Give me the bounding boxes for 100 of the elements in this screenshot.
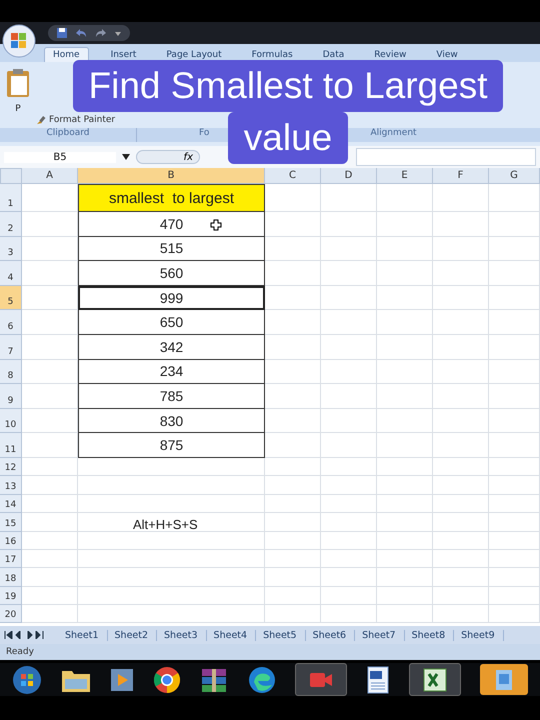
row-header[interactable]: 1	[0, 184, 22, 212]
row-header[interactable]: 9	[0, 384, 22, 409]
row-header[interactable]: 15	[0, 513, 22, 532]
column-header[interactable]: G	[489, 168, 540, 184]
table-cell	[489, 184, 540, 212]
table-cell: 999	[78, 286, 265, 310]
column-header[interactable]: F	[433, 168, 489, 184]
ribbon-tab[interactable]: Data	[314, 48, 352, 62]
column-header[interactable]: C	[265, 168, 321, 184]
table-cell	[433, 212, 489, 237]
table-cell	[321, 334, 377, 360]
row-header[interactable]: 20	[0, 605, 22, 624]
formula-field[interactable]	[356, 148, 536, 166]
name-box[interactable]: B5	[4, 152, 116, 162]
taskbar-button[interactable]	[409, 663, 462, 696]
edge-icon[interactable]	[248, 666, 276, 694]
row-header[interactable]: 11	[0, 433, 22, 458]
table-cell: 515	[78, 236, 265, 262]
ribbon-tab[interactable]: Insert	[102, 48, 144, 62]
chrome-icon[interactable]	[153, 666, 182, 694]
table-cell	[433, 550, 489, 568]
table-cell	[489, 360, 540, 384]
table-cell	[489, 550, 540, 568]
sheet-tab[interactable]: Sheet2	[108, 630, 158, 640]
table-cell	[377, 568, 433, 587]
table-cell	[489, 476, 540, 495]
ribbon-tab[interactable]: Formulas	[244, 48, 301, 62]
table-cell	[321, 212, 377, 237]
table-cell	[433, 360, 489, 384]
undo-icon[interactable]	[74, 28, 88, 38]
table-cell: 342	[78, 334, 265, 360]
column-header[interactable]: E	[377, 168, 433, 184]
row-header[interactable]: 18	[0, 568, 22, 587]
sheet-tab[interactable]: Sheet5	[256, 630, 306, 640]
table-cell	[433, 261, 489, 286]
sheet-tab[interactable]: Sheet9	[454, 630, 504, 640]
table-cell	[377, 513, 433, 532]
row-header[interactable]: 4	[0, 261, 22, 286]
sheet-tab[interactable]: Sheet1	[58, 630, 108, 640]
row-header[interactable]: 3	[0, 236, 22, 262]
clipboard-icon[interactable]	[6, 68, 30, 98]
ribbon-tab[interactable]: Home	[44, 47, 89, 62]
table-cell	[377, 261, 433, 286]
table-cell	[489, 310, 540, 335]
ribbon-tab[interactable]: Page Layout	[158, 48, 230, 62]
table-cell	[377, 360, 433, 384]
row-header[interactable]: 7	[0, 334, 22, 360]
row-header[interactable]: 2	[0, 212, 22, 237]
table-cell	[265, 513, 321, 532]
table-cell	[377, 310, 433, 335]
sheet-tab[interactable]: Sheet3	[157, 630, 207, 640]
ribbon-tab[interactable]: Review	[366, 48, 414, 62]
sheet-tab[interactable]: Sheet8	[404, 630, 454, 640]
row-header[interactable]: 14	[0, 494, 22, 514]
table-cell	[377, 212, 433, 237]
sheet-tab[interactable]: Sheet4	[206, 630, 256, 640]
start-orb-icon[interactable]	[12, 664, 42, 694]
table-cell	[489, 334, 540, 360]
row-header[interactable]: 13	[0, 476, 22, 495]
table-cell	[433, 458, 489, 476]
table-cell	[377, 286, 433, 310]
sheet-tab[interactable]: Sheet7	[355, 630, 405, 640]
table-cell	[22, 212, 78, 237]
paste-label[interactable]: P	[15, 104, 21, 114]
table-cell	[489, 236, 540, 262]
table-cell	[265, 334, 321, 360]
save-icon[interactable]	[56, 27, 68, 39]
table-cell	[321, 568, 377, 587]
table-cell: 875	[78, 433, 265, 458]
column-header[interactable]: D	[321, 168, 377, 184]
table-cell	[377, 458, 433, 476]
redo-icon[interactable]	[94, 28, 108, 38]
document-icon[interactable]	[366, 666, 390, 694]
row-header[interactable]: 5	[0, 286, 22, 310]
table-cell	[433, 384, 489, 409]
column-header[interactable]: B	[78, 168, 265, 184]
row-header[interactable]: 12	[0, 458, 22, 476]
row-header[interactable]: 19	[0, 586, 22, 606]
play-icon[interactable]	[110, 668, 134, 692]
table-cell	[489, 261, 540, 286]
table-cell	[321, 408, 377, 434]
books-icon[interactable]	[200, 666, 228, 692]
dropdown-icon[interactable]	[122, 154, 130, 160]
sheet-navigation-icon[interactable]	[4, 631, 44, 639]
row-header[interactable]: 6	[0, 310, 22, 335]
row-header[interactable]: 10	[0, 408, 22, 434]
sheet-tab[interactable]: Sheet6	[306, 630, 356, 640]
table-cell	[321, 310, 377, 335]
column-header[interactable]: A	[22, 168, 78, 184]
function-button[interactable]: fx	[136, 150, 200, 164]
table-cell	[489, 513, 540, 532]
format-painter-button[interactable]: Format Painter	[36, 115, 116, 125]
ribbon-tab[interactable]: View	[428, 48, 466, 62]
table-cell	[265, 605, 321, 624]
table-cell	[265, 286, 321, 310]
table-cell	[22, 532, 78, 550]
row-header[interactable]: 16	[0, 532, 22, 550]
row-header[interactable]: 8	[0, 360, 22, 384]
row-header[interactable]: 17	[0, 550, 22, 568]
table-cell	[433, 605, 489, 624]
